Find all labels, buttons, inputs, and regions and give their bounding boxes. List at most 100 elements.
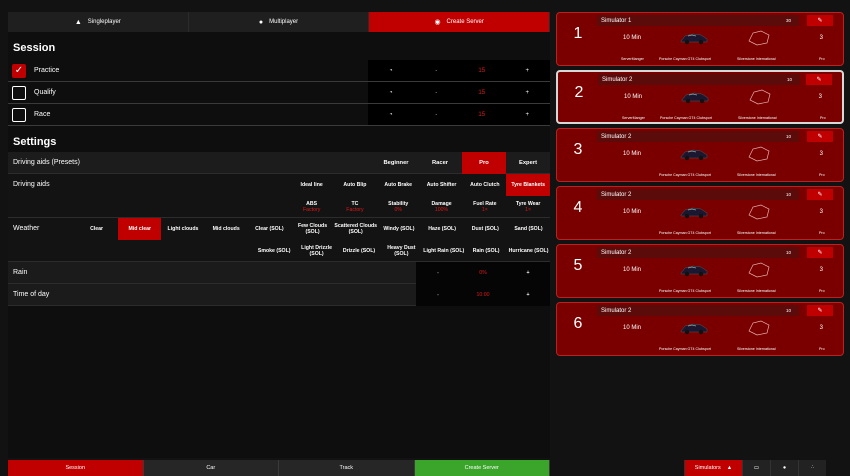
tab-create-server[interactable]: ◉ Create Server	[369, 12, 551, 32]
simulator-card[interactable]: 3 Simulator 2 10 ✎ 10 Min 3 Porsche Cayman GT4…	[556, 128, 844, 182]
server-settings-panel: Session ✓ Practice ◔ - 15 + Qualify ◔ - 15 + Race ◔ -…	[8, 32, 550, 458]
aid-setting-0[interactable]: ABS Factory	[290, 196, 333, 218]
weather-option-17[interactable]: Hurricane (SOL)	[507, 240, 549, 262]
tab-multiplayer[interactable]: ● Multiplayer	[188, 12, 370, 32]
aid-setting-5[interactable]: Tyre Wear 1×	[506, 196, 549, 218]
simulator-number: 1	[573, 25, 583, 42]
preset-expert-button[interactable]: Expert	[506, 152, 550, 174]
rain-decrease-button[interactable]: -	[416, 262, 460, 284]
bottom-tab-track[interactable]: Track	[279, 460, 415, 476]
edit-button[interactable]: ✎	[807, 247, 833, 258]
weather-option-11[interactable]: Smoke (SOL)	[253, 240, 295, 262]
weather-option-0[interactable]: Clear	[75, 218, 118, 240]
preset-beginner-button[interactable]: Beginner	[374, 152, 418, 174]
weather-option-9[interactable]: Dust (SOL)	[464, 218, 507, 240]
simulator-card[interactable]: 1 Simulator 1 30 ✎ 10 Min 3 ServerManger Porsch…	[556, 12, 844, 66]
time-increase-button[interactable]: +	[506, 284, 550, 306]
settings-heading: Settings	[13, 136, 57, 148]
aid-setting-1[interactable]: TC Factory	[333, 196, 376, 218]
monitor-button[interactable]: ▭	[742, 460, 770, 476]
weather-option-6[interactable]: Scattered Clouds (SOL)	[334, 218, 377, 240]
network-button[interactable]: ∴	[798, 460, 826, 476]
weather-option-4[interactable]: Clear (SOL)	[248, 218, 291, 240]
weather-option-3[interactable]: Mid clouds	[205, 218, 248, 240]
check-icon: ✓	[14, 65, 24, 76]
car-name: Porsche Cayman GT4 Clubsport	[659, 347, 711, 351]
preset-racer-button[interactable]: Racer	[418, 152, 462, 174]
session-increase-button[interactable]: +	[505, 104, 551, 125]
preset-pro-button[interactable]: Pro	[462, 152, 506, 174]
person-icon: ▲	[74, 18, 82, 26]
weather-option-13[interactable]: Drizzle (SOL)	[338, 240, 380, 262]
weather-option-7[interactable]: Windy (SOL)	[377, 218, 420, 240]
session-name: Race	[34, 111, 51, 118]
weather-option-15[interactable]: Light Rain (SOL)	[423, 240, 465, 262]
simulator-number: 4	[573, 199, 583, 216]
edit-button[interactable]: ✎	[807, 305, 833, 316]
weather-option-10[interactable]: Sand (SOL)	[507, 218, 550, 240]
aid-toggle-4[interactable]: Auto Clutch	[463, 174, 506, 196]
aid-setting-value: 1×	[481, 207, 488, 213]
session-increase-button[interactable]: +	[505, 82, 551, 103]
car-thumbnail	[680, 90, 710, 104]
edit-button[interactable]: ✎	[807, 131, 833, 142]
weather-option-8[interactable]: Haze (SOL)	[421, 218, 464, 240]
user-button[interactable]: ●	[770, 460, 798, 476]
track-map	[745, 145, 773, 163]
session-duration: 10 Min	[624, 94, 643, 100]
edit-button[interactable]: ✎	[807, 15, 833, 26]
bottom-tab-car[interactable]: Car	[143, 460, 279, 476]
rain-value: 0%	[479, 270, 487, 276]
weather-option-1[interactable]: Mid clear	[118, 218, 162, 240]
server-icon: ◉	[434, 19, 441, 26]
weather-option-2[interactable]: Light clouds	[161, 218, 204, 240]
toggle-icon: ▲	[726, 465, 733, 471]
user-icon: ●	[782, 465, 787, 471]
session-name: Qualify	[34, 89, 56, 96]
weather-option-14[interactable]: Heavy Dust (SOL)	[380, 240, 422, 262]
aid-toggle-1[interactable]: Auto Blip	[333, 174, 376, 196]
session-duration-value: 15	[478, 67, 486, 74]
weather-option-12[interactable]: Light Drizzle (SOL)	[295, 240, 337, 262]
session-decrease-button[interactable]: -	[414, 82, 460, 103]
session-checkbox[interactable]	[12, 85, 26, 100]
aid-setting-value: Factory	[346, 207, 364, 213]
simulator-card[interactable]: 5 Simulator 2 10 ✎ 10 Min 3 Porsche Cayman GT4…	[556, 244, 844, 298]
edit-icon: ✎	[816, 77, 822, 83]
aid-toggle-5[interactable]: Tyre Blankets	[506, 174, 550, 196]
tab-singleplayer[interactable]: ▲ Singleplayer	[8, 12, 189, 32]
simulator-number: 2	[574, 84, 584, 101]
aid-setting-4[interactable]: Fuel Rate 1×	[463, 196, 506, 218]
session-decrease-button[interactable]: -	[414, 104, 460, 125]
simulators-button[interactable]: Simulators ▲	[684, 460, 742, 476]
simulator-card[interactable]: 2 Simulator 2 10 ✎ 10 Min 3 ServerManger Porsch…	[556, 70, 844, 124]
simulator-card[interactable]: 4 Simulator 2 10 ✎ 10 Min 3 Porsche Cayman GT4…	[556, 186, 844, 240]
session-decrease-button[interactable]: -	[414, 60, 460, 81]
mode-tabs: ▲ Singleplayer ● Multiplayer ◉ Create Se…	[8, 12, 551, 32]
aid-setting-3[interactable]: Damage 100%	[420, 196, 463, 218]
aid-toggle-0[interactable]: Ideal line	[290, 174, 333, 196]
simulator-version: 10	[785, 192, 791, 197]
bottom-tab-create-server[interactable]: Create Server	[414, 460, 550, 476]
session-duration: 10 Min	[623, 151, 642, 157]
bottom-tab-session[interactable]: Session	[8, 460, 144, 476]
session-increase-button[interactable]: +	[505, 60, 551, 81]
aid-setting-2[interactable]: Stability 0%	[377, 196, 420, 218]
session-checkbox[interactable]: ✓	[12, 63, 26, 78]
simulator-count: 3	[819, 151, 823, 157]
weather-option-5[interactable]: Few Clouds (SOL)	[291, 218, 334, 240]
track-map	[745, 261, 773, 279]
time-decrease-button[interactable]: -	[416, 284, 460, 306]
aid-toggle-3[interactable]: Auto Shifter	[420, 174, 463, 196]
simulator-name: Simulator 2	[601, 307, 632, 314]
weather-option-16[interactable]: Rain (SOL)	[465, 240, 507, 262]
aid-toggle-2[interactable]: Auto Brake	[377, 174, 420, 196]
simulator-card[interactable]: 6 Simulator 2 10 ✎ 10 Min 3 Porsche Cayman GT4…	[556, 302, 844, 356]
weather-options-row2: Smoke (SOL) Light Drizzle (SOL) Drizzle (S…	[253, 240, 550, 262]
session-row-race: Race ◔ - 15 +	[8, 104, 550, 126]
edit-button[interactable]: ✎	[806, 74, 832, 85]
rain-increase-button[interactable]: +	[506, 262, 550, 284]
session-checkbox[interactable]	[12, 107, 26, 122]
edit-button[interactable]: ✎	[807, 189, 833, 200]
level: Pro	[819, 289, 825, 293]
